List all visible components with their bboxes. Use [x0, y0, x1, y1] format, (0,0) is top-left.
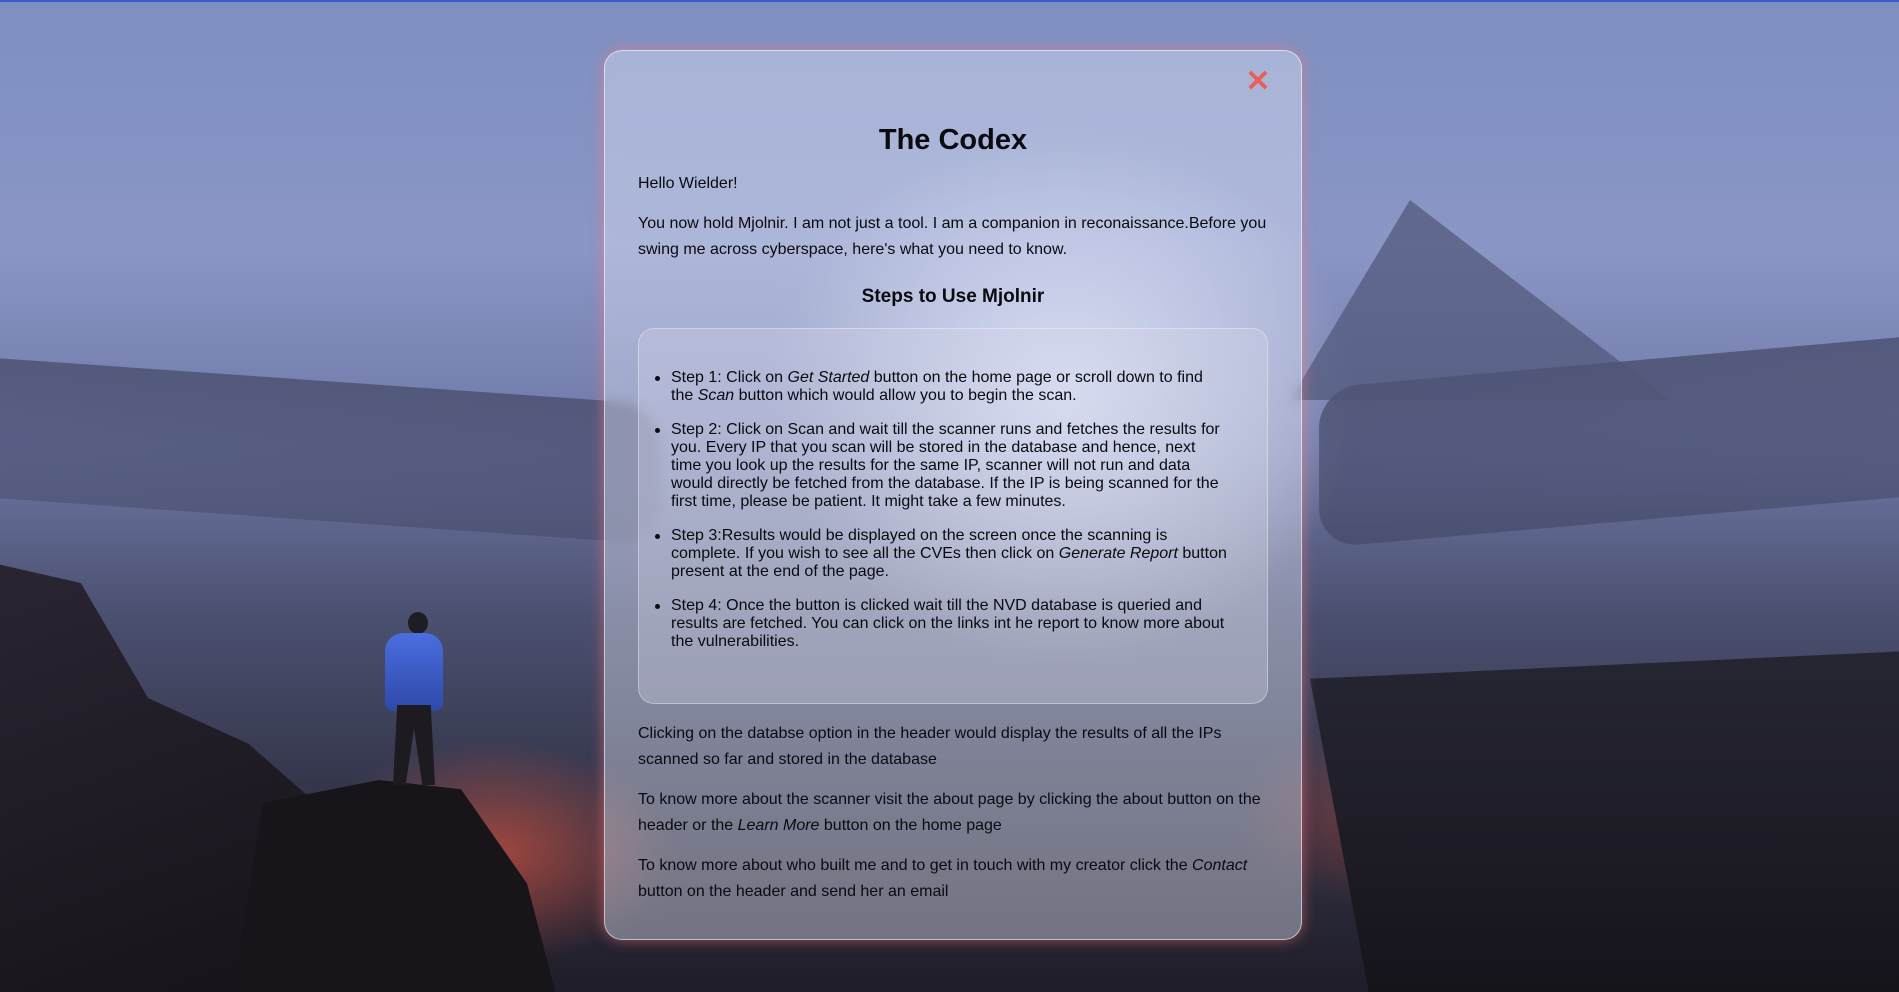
list-item-step-4: Step 4: Once the button is clicked wait …: [655, 597, 1227, 651]
contact-note-a: To know more about who built me and to g…: [638, 857, 1193, 874]
step-2-text: Step 2: Click on Scan and wait till the …: [671, 421, 1220, 510]
steps-heading: Steps to Use Mjolnir: [861, 286, 1045, 307]
modal-title: The Codex: [878, 124, 1028, 156]
database-note: Clicking on the databse option in the he…: [638, 725, 1222, 768]
background-mountains-left: [0, 355, 660, 545]
background-peak: [1290, 200, 1670, 400]
list-item-step-3: Step 3:Results would be displayed on the…: [655, 527, 1227, 581]
step-1-text-c: button which would allow you to begin th…: [734, 387, 1077, 404]
list-item-step-1: Step 1: Click on Get Started button on t…: [655, 369, 1227, 405]
rock-outcrop: [230, 780, 560, 992]
contact-note-b: button on the header and send her an ema…: [638, 883, 949, 900]
intro-text: You now hold Mjolnir. I am not just a to…: [638, 215, 1267, 258]
list-item-step-2: Step 2: Click on Scan and wait till the …: [655, 421, 1227, 511]
figure-jacket: [385, 633, 443, 711]
contact-mention: Contact: [1192, 857, 1248, 874]
figure-head: [408, 612, 428, 634]
learn-more-mention: Learn More: [737, 817, 820, 834]
step-1-text-a: Step 1: Click on: [671, 369, 788, 386]
contact-note: To know more about who built me and to g…: [638, 853, 1268, 905]
codex-modal: ✕ The Codex Hello Wielder! You now hold …: [604, 50, 1302, 940]
generate-report-mention: Generate Report: [1058, 545, 1178, 562]
get-started-mention: Get Started: [787, 369, 870, 386]
steps-panel: Step 1: Click on Get Started button on t…: [638, 328, 1268, 704]
cliff-right: [1310, 650, 1899, 992]
background-scene: ✕ The Codex Hello Wielder! You now hold …: [0, 0, 1899, 992]
about-note: To know more about the scanner visit the…: [638, 787, 1268, 839]
steps-list: Step 1: Click on Get Started button on t…: [655, 369, 1227, 651]
figure-legs: [393, 705, 435, 785]
top-border: [0, 0, 1899, 2]
step-4-text: Step 4: Once the button is clicked wait …: [671, 597, 1225, 650]
greeting-text: Hello Wielder!: [638, 175, 738, 192]
scan-mention: Scan: [697, 387, 735, 404]
about-note-b: button on the home page: [819, 817, 1002, 834]
close-icon[interactable]: ✕: [1243, 67, 1273, 97]
